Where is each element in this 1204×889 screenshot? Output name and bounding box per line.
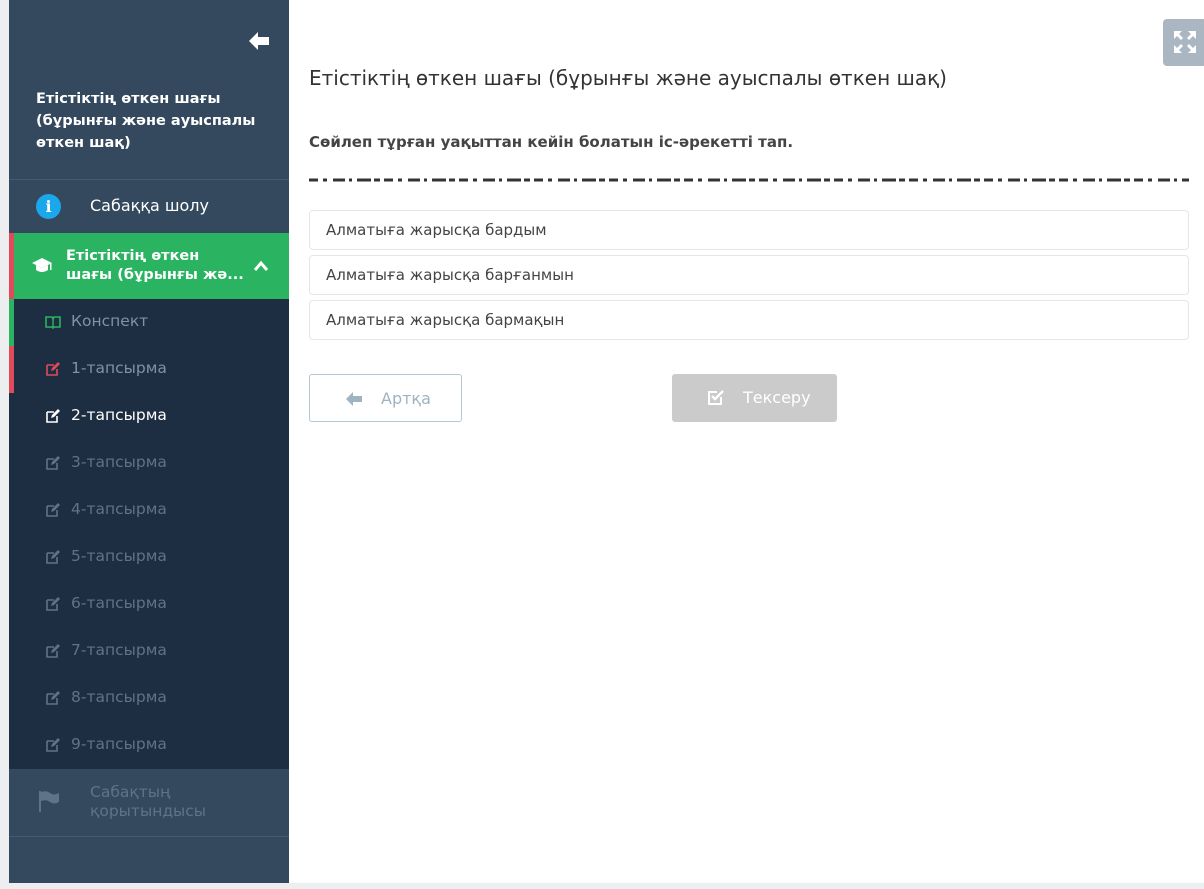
answer-options: Алматыға жарысқа бардым Алматыға жарысқа… <box>309 210 1189 345</box>
fullscreen-button[interactable] <box>1163 19 1204 66</box>
sidebar-item-task-1[interactable]: 1-тапсырма <box>9 346 289 393</box>
sidebar-item-label: 1-тапсырма <box>71 359 167 377</box>
lesson-task-list: Конспект 1-тапсырма 2-тапсырма 3-тапсырм… <box>9 299 289 769</box>
answer-option[interactable]: Алматыға жарысқа бармақын <box>309 300 1189 340</box>
sidebar-item-task-6[interactable]: 6-тапсырма <box>9 581 289 628</box>
sidebar-item-task-8[interactable]: 8-тапсырма <box>9 675 289 722</box>
book-icon <box>45 316 61 330</box>
sidebar-item-label: 5-тапсырма <box>71 547 167 565</box>
expand-icon <box>1174 31 1196 53</box>
sidebar-item-label: 2-тапсырма <box>71 406 167 424</box>
chevron-up-icon[interactable] <box>253 259 269 273</box>
option-label: Алматыға жарысқа барғанмын <box>326 266 574 284</box>
sidebar: Етістіктің өткен шағы (бұрынғы және ауыс… <box>9 0 289 883</box>
graduation-cap-icon <box>32 258 52 272</box>
edit-icon <box>46 597 60 611</box>
sidebar-item-label: 9-тапсырма <box>71 735 167 753</box>
edit-icon <box>46 644 60 658</box>
sidebar-item-label: 6-тапсырма <box>71 594 167 612</box>
sidebar-item-task-7[interactable]: 7-тапсырма <box>9 628 289 675</box>
conclusion-label: Сабақтың қорытындысы <box>90 783 207 820</box>
sidebar-item-label: 3-тапсырма <box>71 453 167 471</box>
check-square-icon <box>708 390 724 405</box>
edit-icon <box>46 409 60 423</box>
status-bar <box>9 299 14 346</box>
answer-blank-dashes <box>309 178 1189 182</box>
option-label: Алматыға жарысқа бардым <box>326 221 547 239</box>
course-title: Етістіктің өткен шағы (бұрынғы және ауыс… <box>36 91 256 151</box>
edit-icon <box>46 362 60 376</box>
divider <box>9 836 289 837</box>
check-button-label: Тексеру <box>743 388 811 407</box>
edit-icon <box>46 550 60 564</box>
overview-label: Сабаққа шолу <box>90 196 209 215</box>
collapse-sidebar-button[interactable] <box>246 28 272 54</box>
main-content: Етістіктің өткен шағы (бұрынғы және ауыс… <box>289 0 1204 883</box>
sidebar-item-task-3[interactable]: 3-тапсырма <box>9 440 289 487</box>
edit-icon <box>46 738 60 752</box>
flag-icon <box>39 791 59 812</box>
edit-icon <box>46 691 60 705</box>
question-text: Сөйлеп тұрған уақыттан кейін болатын іс-… <box>309 133 794 151</box>
sidebar-item-task-2[interactable]: 2-тапсырма <box>9 393 289 440</box>
back-button[interactable]: Артқа <box>309 374 462 422</box>
back-button-label: Артқа <box>381 389 431 408</box>
sidebar-item-konspekt[interactable]: Конспект <box>9 299 289 346</box>
sidebar-item-task-5[interactable]: 5-тапсырма <box>9 534 289 581</box>
edit-icon <box>46 503 60 517</box>
lesson-status-edge <box>9 233 14 299</box>
sidebar-item-lesson[interactable]: Етістіктің өткен шағы (бұрынғы жә... <box>9 233 289 299</box>
sidebar-item-label: 8-тапсырма <box>71 688 167 706</box>
edit-icon <box>46 456 60 470</box>
lesson-label: Етістіктің өткен шағы (бұрынғы жә... <box>66 248 244 283</box>
sidebar-item-label: 7-тапсырма <box>71 641 167 659</box>
answer-option[interactable]: Алматыға жарысқа барғанмын <box>309 255 1189 295</box>
sidebar-item-conclusion[interactable]: Сабақтың қорытындысы <box>9 769 289 836</box>
answer-option[interactable]: Алматыға жарысқа бардым <box>309 210 1189 250</box>
status-bar <box>9 346 14 393</box>
app-window: Етістіктің өткен шағы (бұрынғы және ауыс… <box>9 0 1204 883</box>
check-button[interactable]: Тексеру <box>672 374 837 422</box>
page-title: Етістіктің өткен шағы (бұрынғы және ауыс… <box>309 66 947 90</box>
sidebar-item-overview[interactable]: i Сабаққа шолу <box>9 180 289 233</box>
option-label: Алматыға жарысқа бармақын <box>326 311 565 329</box>
sidebar-item-task-4[interactable]: 4-тапсырма <box>9 487 289 534</box>
sidebar-item-label: 4-тапсырма <box>71 500 167 518</box>
info-icon: i <box>36 194 61 219</box>
sidebar-item-label: Конспект <box>71 312 149 330</box>
arrow-left-icon <box>249 32 269 50</box>
sidebar-item-task-9[interactable]: 9-тапсырма <box>9 722 289 769</box>
arrow-left-icon <box>346 392 362 406</box>
